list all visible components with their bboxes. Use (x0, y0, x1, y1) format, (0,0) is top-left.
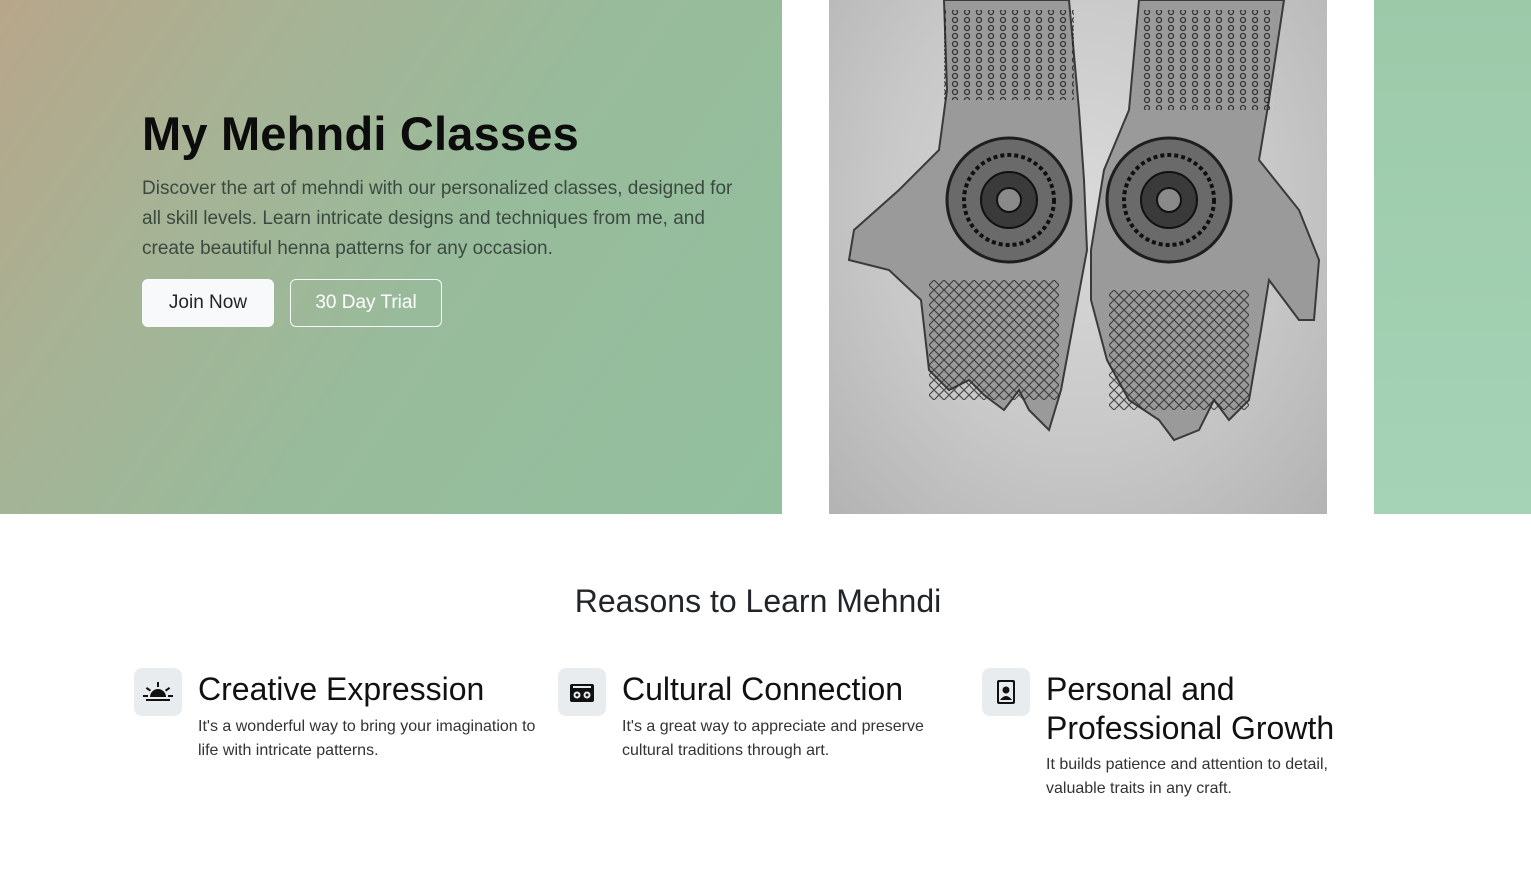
hero-description: Discover the art of mehndi with our pers… (142, 178, 733, 259)
file-person-icon (982, 668, 1030, 716)
hero-title: My Mehndi Classes (142, 107, 579, 160)
feature-title: Cultural Connection (622, 671, 904, 707)
feature-text: It's a wonderful way to bring your imagi… (198, 718, 536, 759)
join-now-button[interactable]: Join Now (142, 279, 274, 327)
mehndi-hands-image (829, 0, 1327, 514)
trial-button[interactable]: 30 Day Trial (290, 279, 442, 327)
reasons-heading: Reasons to Learn Mehndi (574, 583, 942, 619)
feature-text: It builds patience and attention to deta… (1046, 756, 1328, 797)
left-hand (847, 0, 1089, 432)
hero-section: My Mehndi Classes Discover the art of me… (0, 0, 1531, 514)
carousel-next-slide-peek[interactable] (1374, 0, 1531, 514)
feature-title: Creative Expression (198, 671, 485, 707)
feature-title: Personal and Professional Growth (1046, 671, 1335, 746)
radio-icon (558, 668, 606, 716)
feature-text: It's a great way to appreciate and prese… (622, 718, 924, 759)
right-hand (1090, 0, 1321, 442)
sunrise-icon (134, 668, 182, 716)
mehndi-hands-illustration (847, 0, 1321, 442)
